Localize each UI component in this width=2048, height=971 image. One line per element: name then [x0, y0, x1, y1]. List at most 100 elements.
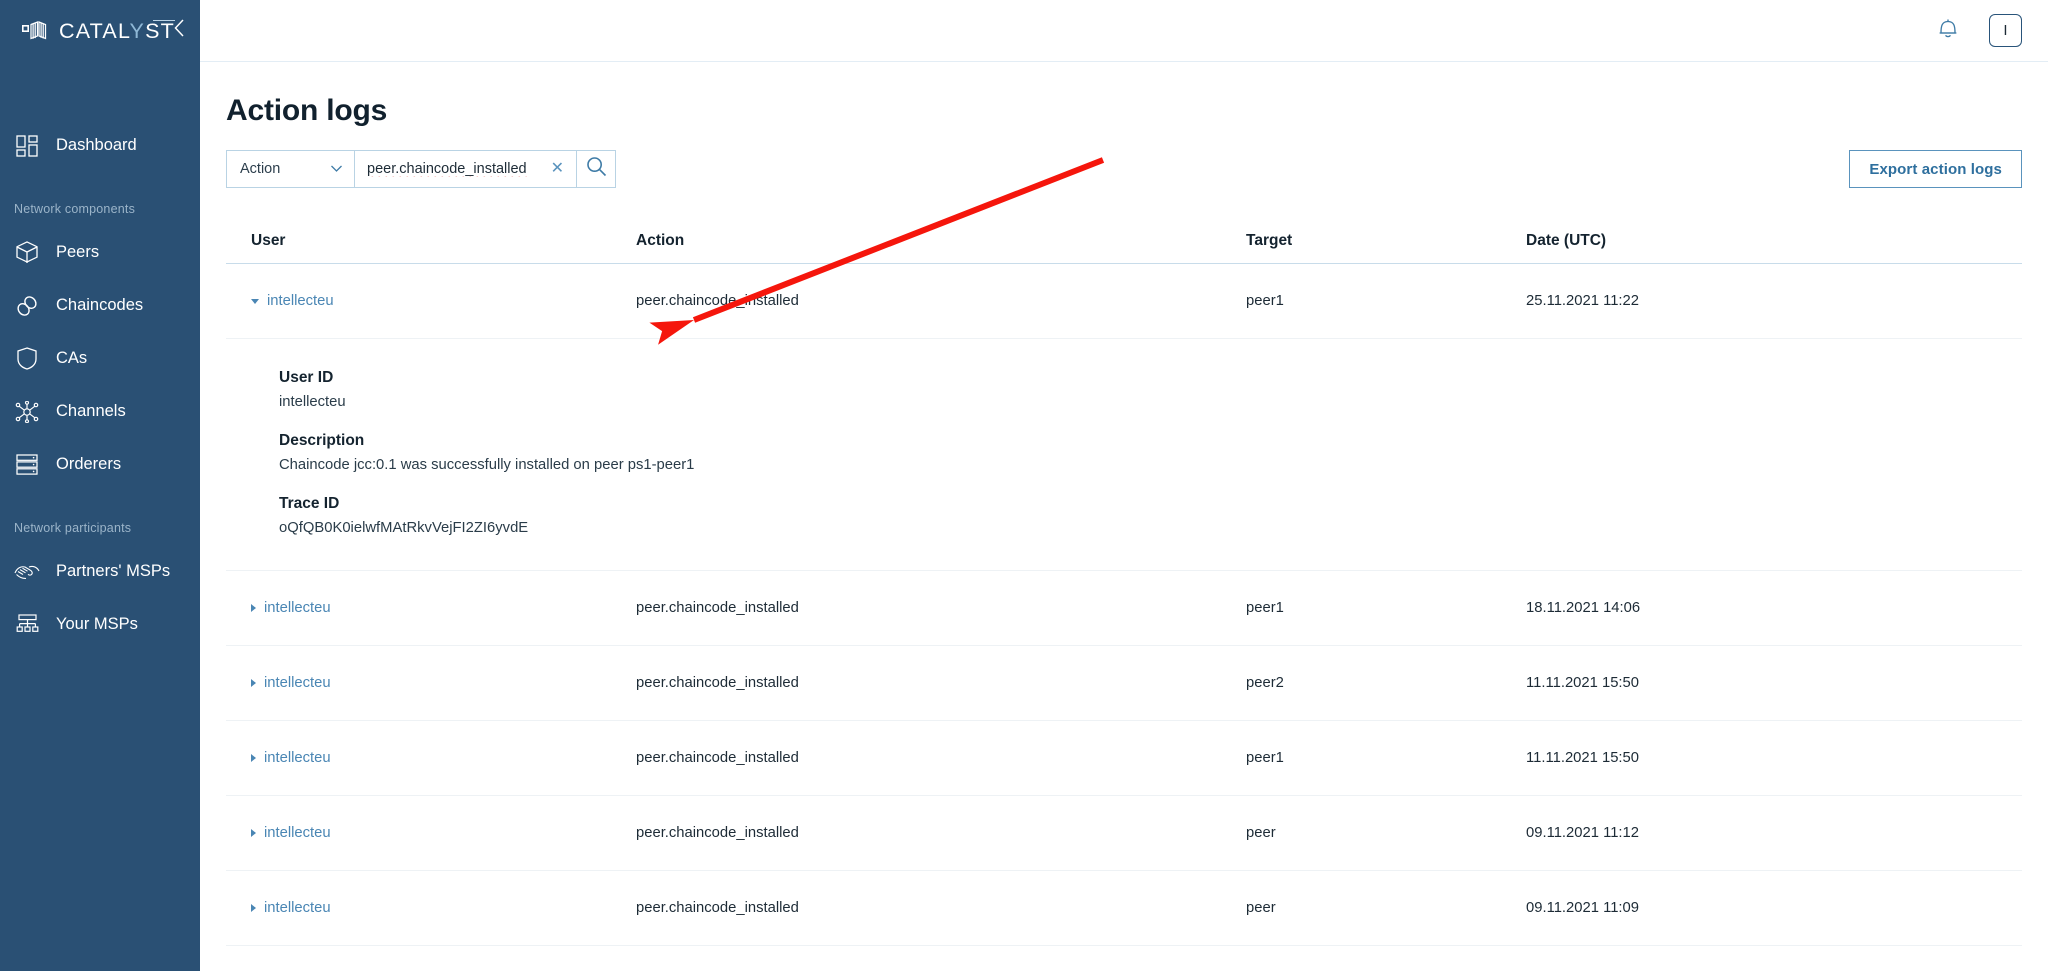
brand-text-y: Y: [130, 19, 146, 43]
filter-group: Action ✕: [226, 150, 616, 188]
column-header-user: User: [226, 232, 636, 250]
table-cell-target: peer1: [1246, 293, 1526, 309]
page-content: Action logs Action ✕: [200, 62, 2048, 946]
brand-wordmark: CATALYST: [59, 19, 175, 44]
chevron-right-icon[interactable]: [251, 604, 256, 612]
sidebar-item-orderers[interactable]: Orderers: [0, 438, 200, 491]
chevron-down-icon[interactable]: [251, 299, 259, 304]
filter-field-select[interactable]: Action: [226, 150, 354, 188]
server-stack-icon: [14, 452, 40, 478]
chevron-left-icon: [173, 18, 186, 43]
table-row[interactable]: intellecteu peer.chaincode_installedpeer1…: [226, 571, 2022, 646]
detail-label-description: Description: [279, 432, 2022, 450]
table-cell-target: peer1: [1246, 600, 1526, 616]
table-cell-user[interactable]: intellecteu: [264, 900, 331, 916]
sidebar-primary-group: Dashboard: [0, 119, 200, 172]
chevron-down-icon: [330, 161, 343, 177]
table-cell-date: 18.11.2021 14:06: [1526, 600, 2022, 616]
search-button[interactable]: [576, 150, 616, 188]
sidebar-item-peers[interactable]: Peers: [0, 226, 200, 279]
table-cell-action: peer.chaincode_installed: [636, 293, 1246, 309]
sidebar-item-label: Channels: [56, 402, 126, 421]
filter-field-label: Action: [240, 161, 280, 177]
network-nodes-icon: [14, 399, 40, 425]
sidebar-collapse-button[interactable]: [162, 13, 196, 47]
table-cell-user[interactable]: intellecteu: [264, 675, 331, 691]
sidebar-item-label: Partners' MSPs: [56, 562, 170, 581]
close-x-icon[interactable]: ✕: [549, 161, 566, 177]
table-row[interactable]: intellecteu peer.chaincode_installedpeer0…: [226, 871, 2022, 946]
search-icon: [586, 156, 607, 182]
detail-value-trace-id: oQfQB0K0ielwfMAtRkvVejFI2ZI6yvdE: [279, 520, 2022, 536]
column-header-date: Date (UTC): [1526, 232, 2022, 250]
table-cell-action: peer.chaincode_installed: [636, 825, 1246, 841]
action-logs-table: User Action Target Date (UTC) intellecte…: [226, 218, 2022, 946]
table-cell-target: peer: [1246, 900, 1526, 916]
table-cell-target: peer: [1246, 825, 1526, 841]
sidebar-item-dashboard[interactable]: Dashboard: [0, 119, 200, 172]
grid-cube-logo-icon: [22, 21, 48, 42]
table-cell-target: peer2: [1246, 675, 1526, 691]
sidebar-item-chaincodes[interactable]: Chaincodes: [0, 279, 200, 332]
detail-value-user-id: intellecteu: [279, 394, 2022, 410]
table-row[interactable]: intellecteu peer.chaincode_installedpeer2…: [226, 646, 2022, 721]
table-cell-date: 11.11.2021 15:50: [1526, 675, 2022, 691]
table-cell-action: peer.chaincode_installed: [636, 900, 1246, 916]
sidebar-item-channels[interactable]: Channels: [0, 385, 200, 438]
table-cell-action: peer.chaincode_installed: [636, 675, 1246, 691]
sidebar-item-your-msps[interactable]: Your MSPs: [0, 598, 200, 651]
handshake-icon: [14, 559, 40, 585]
sidebar-item-label: Your MSPs: [56, 615, 138, 634]
table-cell-date: 11.11.2021 15:50: [1526, 750, 2022, 766]
table-cell-action: peer.chaincode_installed: [636, 750, 1246, 766]
table-cell-user[interactable]: intellecteu: [264, 750, 331, 766]
avatar[interactable]: I: [1989, 14, 2022, 47]
shield-icon: [14, 346, 40, 372]
chevron-right-icon[interactable]: [251, 829, 256, 837]
notifications-button[interactable]: [1933, 16, 1963, 46]
table-cell-user[interactable]: intellecteu: [264, 600, 331, 616]
page-title: Action logs: [226, 94, 2022, 128]
chevron-right-icon[interactable]: [251, 754, 256, 762]
link-chain-icon: [14, 293, 40, 319]
table-cell-target: peer1: [1246, 750, 1526, 766]
table-cell-date: 09.11.2021 11:09: [1526, 900, 2022, 916]
column-header-action: Action: [636, 232, 1246, 250]
detail-value-description: Chaincode jcc:0.1 was successfully insta…: [279, 457, 2022, 473]
sidebar-item-label: CAs: [56, 349, 87, 368]
cube-icon: [14, 240, 40, 266]
search-input[interactable]: [367, 161, 543, 177]
table-body: intellecteupeer.chaincode_installedpeer1…: [226, 264, 2022, 946]
avatar-initial: I: [2003, 22, 2007, 39]
table-row[interactable]: intellecteu peer.chaincode_installedpeer1…: [226, 264, 2022, 339]
sidebar-item-label: Chaincodes: [56, 296, 143, 315]
sidebar-item-partners-msps[interactable]: Partners' MSPs: [0, 545, 200, 598]
table-row[interactable]: intellecteu peer.chaincode_installedpeer1…: [226, 721, 2022, 796]
bell-icon: [1937, 17, 1959, 45]
brand-text-before: CATAL: [59, 19, 130, 43]
sidebar-item-label: Orderers: [56, 455, 121, 474]
top-bar: I: [200, 0, 2048, 62]
detail-label-trace-id: Trace ID: [279, 495, 2022, 513]
main-area: I Action logs Action: [200, 0, 2048, 971]
detail-label-user-id: User ID: [279, 369, 2022, 387]
toolbar: Action ✕: [226, 150, 2022, 188]
sidebar-section-label-network-components: Network components: [0, 202, 200, 216]
sidebar-item-cas[interactable]: CAs: [0, 332, 200, 385]
app-root: CATALYST Dashboard: [0, 0, 2048, 971]
table-cell-action: peer.chaincode_installed: [636, 600, 1246, 616]
table-header-row: User Action Target Date (UTC): [226, 218, 2022, 264]
export-action-logs-button[interactable]: Export action logs: [1849, 150, 2022, 188]
table-cell-user[interactable]: intellecteu: [264, 825, 331, 841]
chevron-right-icon[interactable]: [251, 679, 256, 687]
table-row[interactable]: intellecteupeer.chaincode_installedpeer0…: [226, 796, 2022, 871]
chevron-right-icon[interactable]: [251, 904, 256, 912]
org-chart-icon: [14, 612, 40, 638]
search-input-wrap: ✕: [354, 150, 576, 188]
sidebar-section-label-network-participants: Network participants: [0, 521, 200, 535]
table-cell-date: 25.11.2021 11:22: [1526, 293, 2022, 309]
sidebar: CATALYST Dashboard: [0, 0, 200, 971]
sidebar-item-label: Peers: [56, 243, 99, 262]
table-cell-user[interactable]: intellecteu: [267, 293, 334, 309]
sidebar-item-label: Dashboard: [56, 136, 137, 155]
